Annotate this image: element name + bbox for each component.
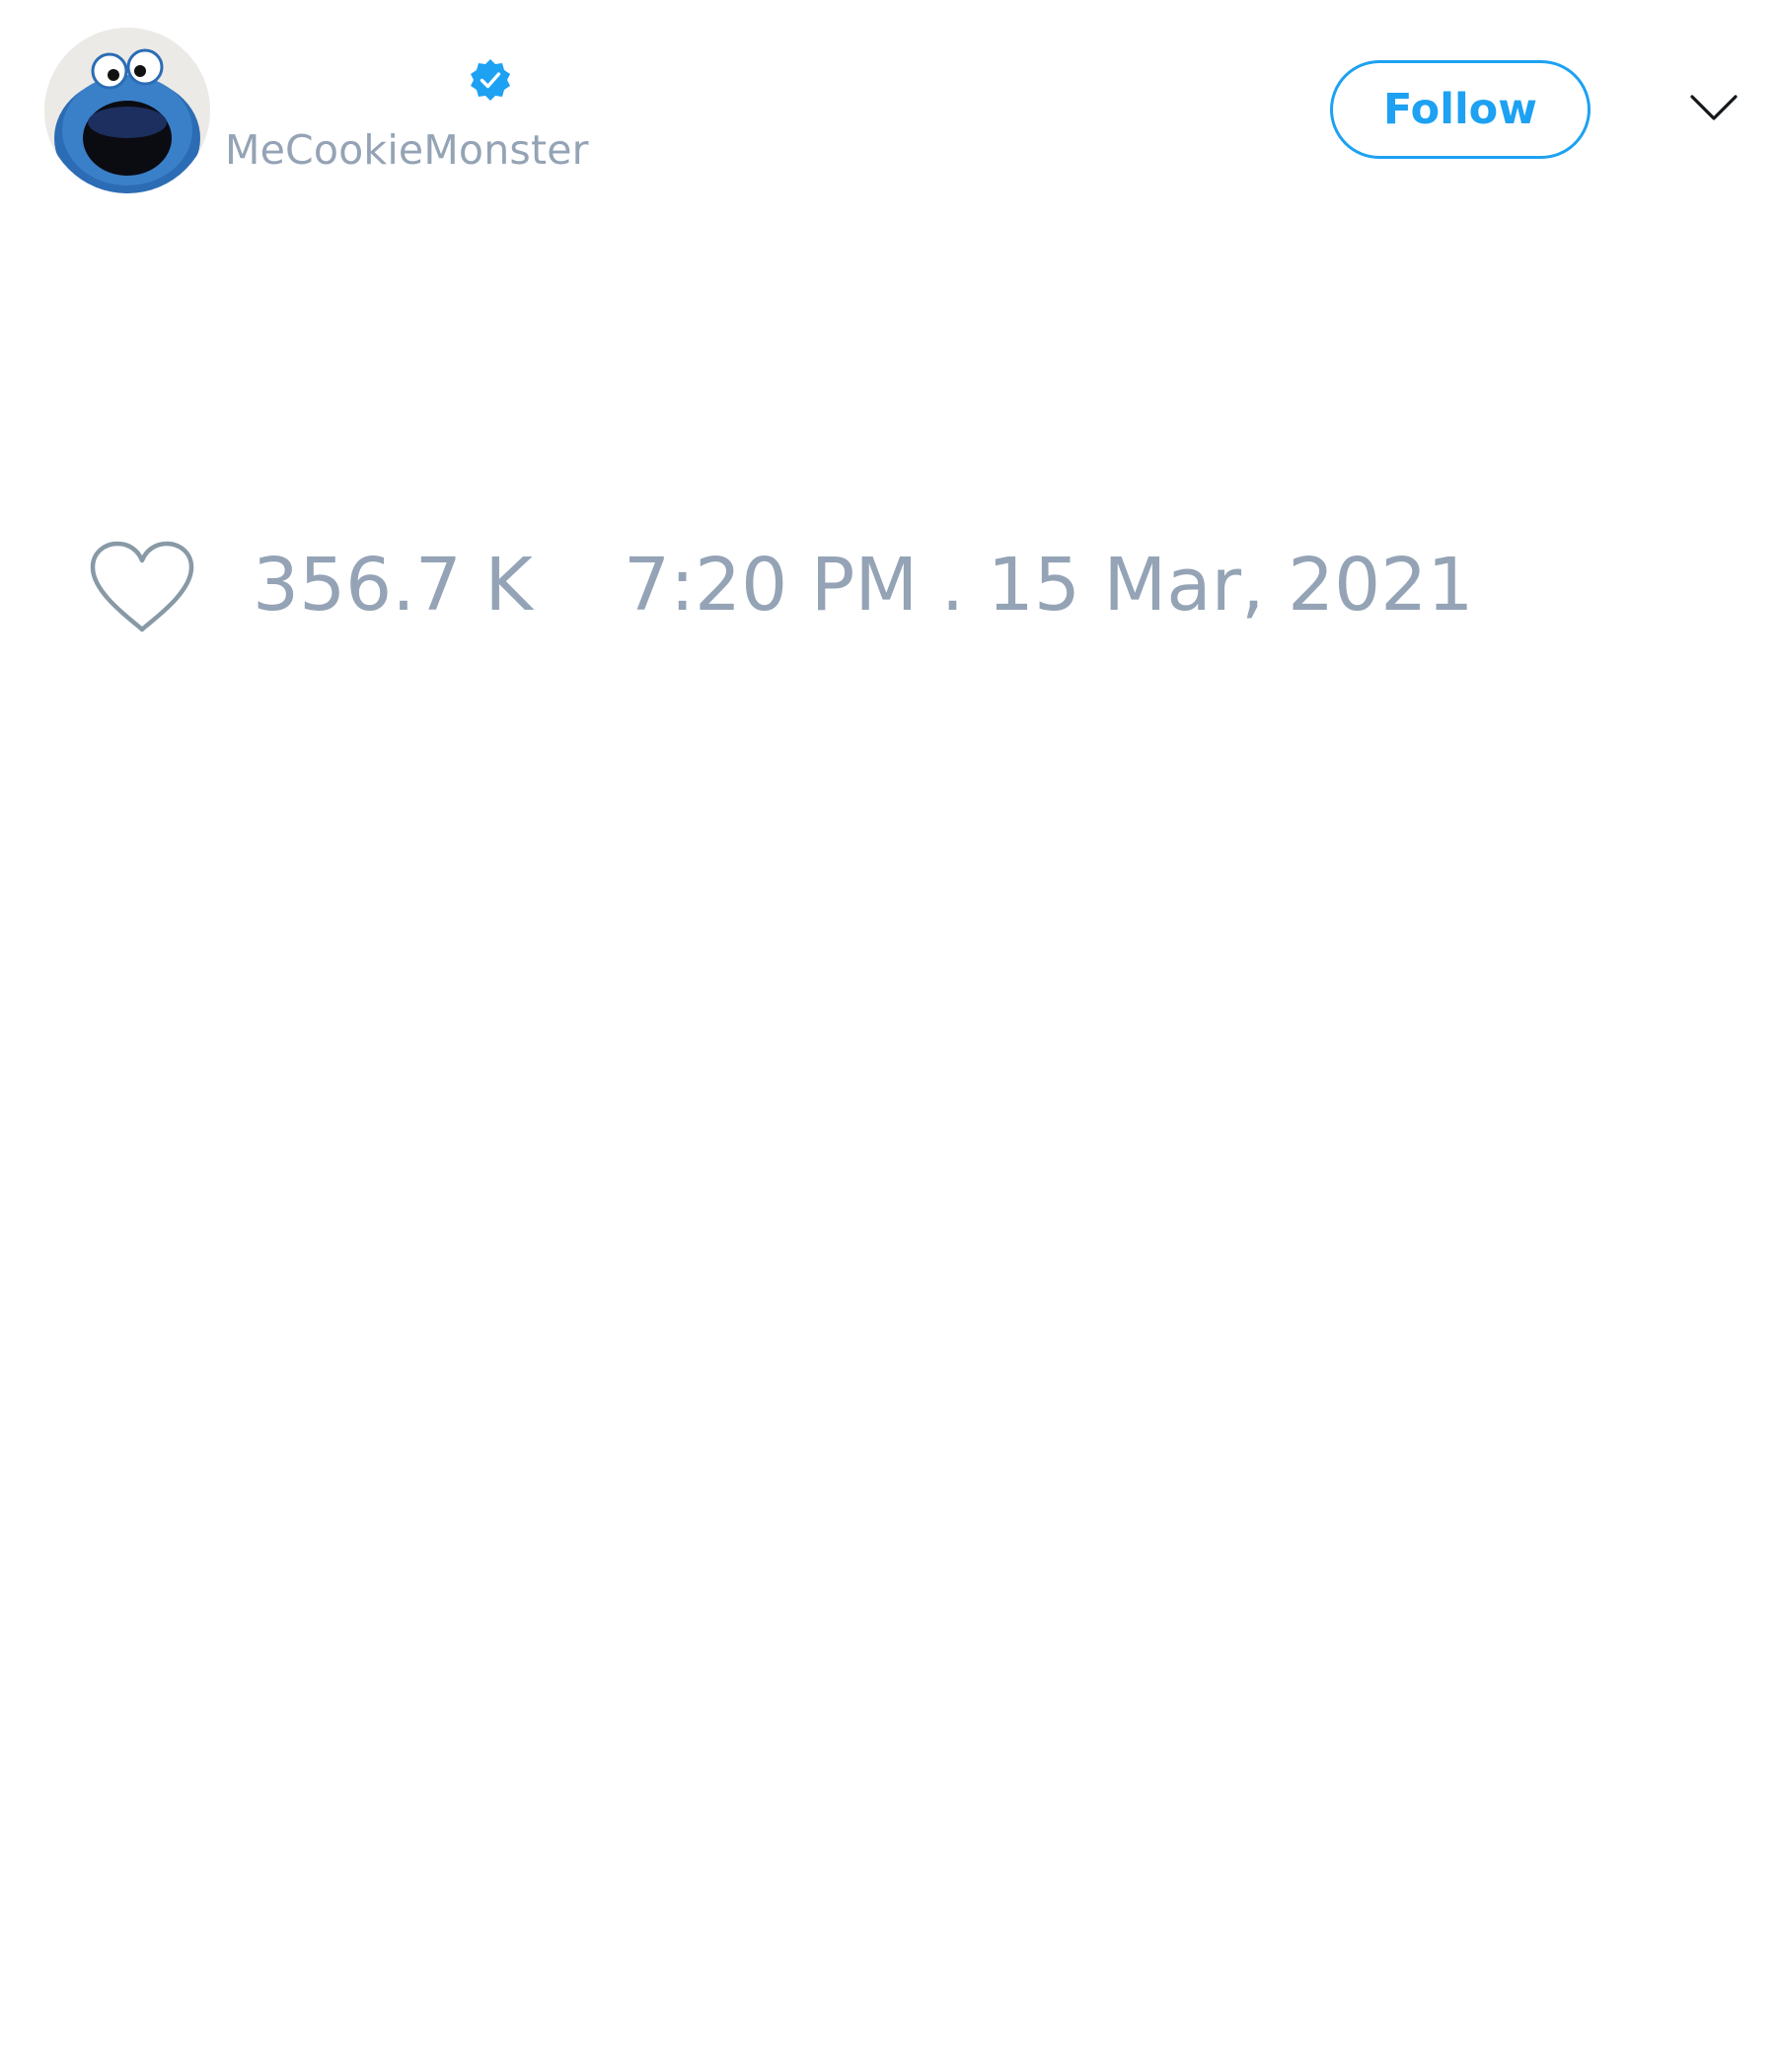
verified-badge-icon [471,59,510,101]
tweet-timestamp[interactable]: 7:20 PM . 15 Mar, 2021 [624,543,1473,628]
author-avatar[interactable] [44,28,210,193]
like-count[interactable]: 356.7 K [253,543,533,628]
follow-button[interactable]: Follow [1330,60,1591,159]
author-handle[interactable]: MeCookieMonster [225,126,589,174]
chevron-down-icon[interactable] [1689,91,1739,126]
cookie-monster-avatar-icon [44,28,210,193]
heart-outline-icon[interactable] [89,541,195,635]
